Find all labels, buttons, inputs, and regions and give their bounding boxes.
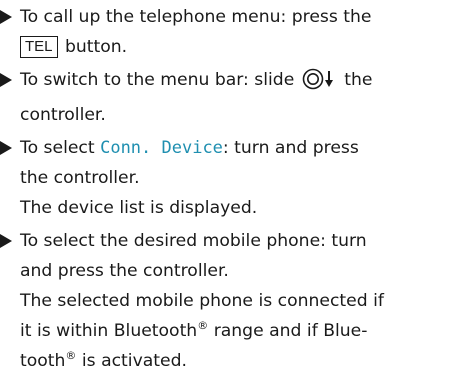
- step-text: To switch to the menu bar: slide: [20, 70, 295, 90]
- step-text: controller.: [20, 105, 106, 125]
- step-text: : turn and press: [222, 138, 359, 158]
- controller-slide-down-icon: [302, 68, 336, 100]
- tel-key: TEL: [20, 36, 58, 58]
- step-arrow-icon: [0, 133, 16, 163]
- step-select-conn-device: To select Conn. Device: turn and press t…: [0, 133, 464, 223]
- step-select-mobile-phone: To select the desired mobile phone: turn…: [0, 226, 464, 376]
- step-switch-menu-bar: To switch to the menu bar: slide the con…: [0, 65, 464, 130]
- result-text: The selected mobile phone is connected i…: [20, 291, 384, 311]
- step-text: button.: [64, 37, 128, 57]
- result-text: is activated.: [81, 351, 187, 371]
- step-text: To call up the telephone menu: press the: [20, 7, 372, 27]
- result-text: The device list is displayed.: [20, 198, 258, 218]
- step-text: To select the desired mobile phone: turn: [20, 231, 367, 251]
- step-text: the controller.: [20, 168, 140, 188]
- step-arrow-icon: [0, 65, 16, 95]
- step-arrow-icon: [0, 2, 16, 32]
- registered-mark: ®: [197, 319, 209, 332]
- result-text: tooth: [20, 351, 66, 371]
- result-text: range and if Blue-: [213, 321, 368, 341]
- result-text: it is within Bluetooth: [20, 321, 198, 341]
- step-text: To select: [20, 138, 95, 158]
- step-arrow-icon: [0, 226, 16, 256]
- step-call-telephone-menu: To call up the telephone menu: press the…: [0, 2, 464, 62]
- step-text: the: [344, 70, 373, 90]
- instruction-page: To call up the telephone menu: press the…: [0, 0, 464, 376]
- display-menu-item: Conn. Device: [100, 138, 223, 158]
- registered-mark: ®: [65, 349, 77, 362]
- step-text: and press the controller.: [20, 261, 229, 281]
